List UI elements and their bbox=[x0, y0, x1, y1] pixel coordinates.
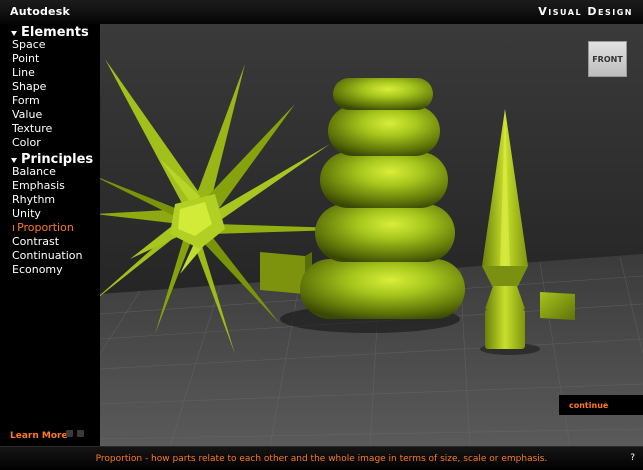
help-button[interactable]: ? bbox=[630, 453, 635, 463]
sidebar-item-balance[interactable]: Balance bbox=[12, 165, 83, 179]
app-title: Visual Design bbox=[538, 5, 633, 18]
sidebar-item-shape[interactable]: Shape bbox=[12, 80, 52, 94]
continue-button[interactable]: continue bbox=[559, 395, 643, 415]
sidebar-item-rhythm[interactable]: Rhythm bbox=[12, 193, 83, 207]
brand-logo: Autodesk bbox=[10, 5, 70, 18]
right-box bbox=[540, 292, 575, 320]
sidebar-item-texture[interactable]: Texture bbox=[12, 122, 52, 136]
sidebar-item-point[interactable]: Point bbox=[12, 52, 52, 66]
3d-viewport[interactable]: FRONT continue bbox=[100, 24, 643, 446]
sidebar-item-continuation[interactable]: Continuation bbox=[12, 249, 83, 263]
app-window: Autodesk Visual Design Elements Space Po… bbox=[0, 0, 643, 470]
sidebar: Elements Space Point Line Shape Form Val… bbox=[0, 24, 100, 446]
front-view-button[interactable]: FRONT bbox=[588, 41, 627, 77]
sidebar-item-form[interactable]: Form bbox=[12, 94, 52, 108]
sidebar-item-space[interactable]: Space bbox=[12, 38, 52, 52]
sidebar-item-contrast[interactable]: Contrast bbox=[12, 235, 83, 249]
sidebar-item-value[interactable]: Value bbox=[12, 108, 52, 122]
principles-list: Balance Emphasis Rhythm Unity ı Proportio… bbox=[12, 165, 83, 277]
sidebar-item-emphasis[interactable]: Emphasis bbox=[12, 179, 83, 193]
triangle-down-icon bbox=[11, 157, 17, 163]
scene-canvas bbox=[100, 24, 643, 446]
dot-icon[interactable] bbox=[77, 430, 84, 437]
sidebar-item-unity[interactable]: Unity bbox=[12, 207, 83, 221]
sidebar-item-economy[interactable]: Economy bbox=[12, 263, 83, 277]
learn-more-link[interactable]: Learn More bbox=[10, 431, 68, 441]
status-bar: Proportion - how parts relate to each ot… bbox=[0, 446, 643, 470]
title-bar: Autodesk Visual Design bbox=[0, 0, 643, 25]
active-marker-icon: ı bbox=[12, 221, 16, 234]
sidebar-item-color[interactable]: Color bbox=[12, 136, 52, 150]
dot-icon[interactable] bbox=[66, 430, 73, 437]
sidebar-item-proportion[interactable]: ı Proportion bbox=[12, 221, 83, 235]
page-dots bbox=[66, 430, 84, 437]
triangle-down-icon bbox=[11, 30, 17, 36]
sidebar-item-proportion-label: Proportion bbox=[17, 221, 74, 234]
elements-list: Space Point Line Shape Form Value Textur… bbox=[12, 38, 52, 150]
sidebar-item-line[interactable]: Line bbox=[12, 66, 52, 80]
definition-caption: Proportion - how parts relate to each ot… bbox=[95, 454, 548, 464]
back-box bbox=[260, 252, 305, 294]
